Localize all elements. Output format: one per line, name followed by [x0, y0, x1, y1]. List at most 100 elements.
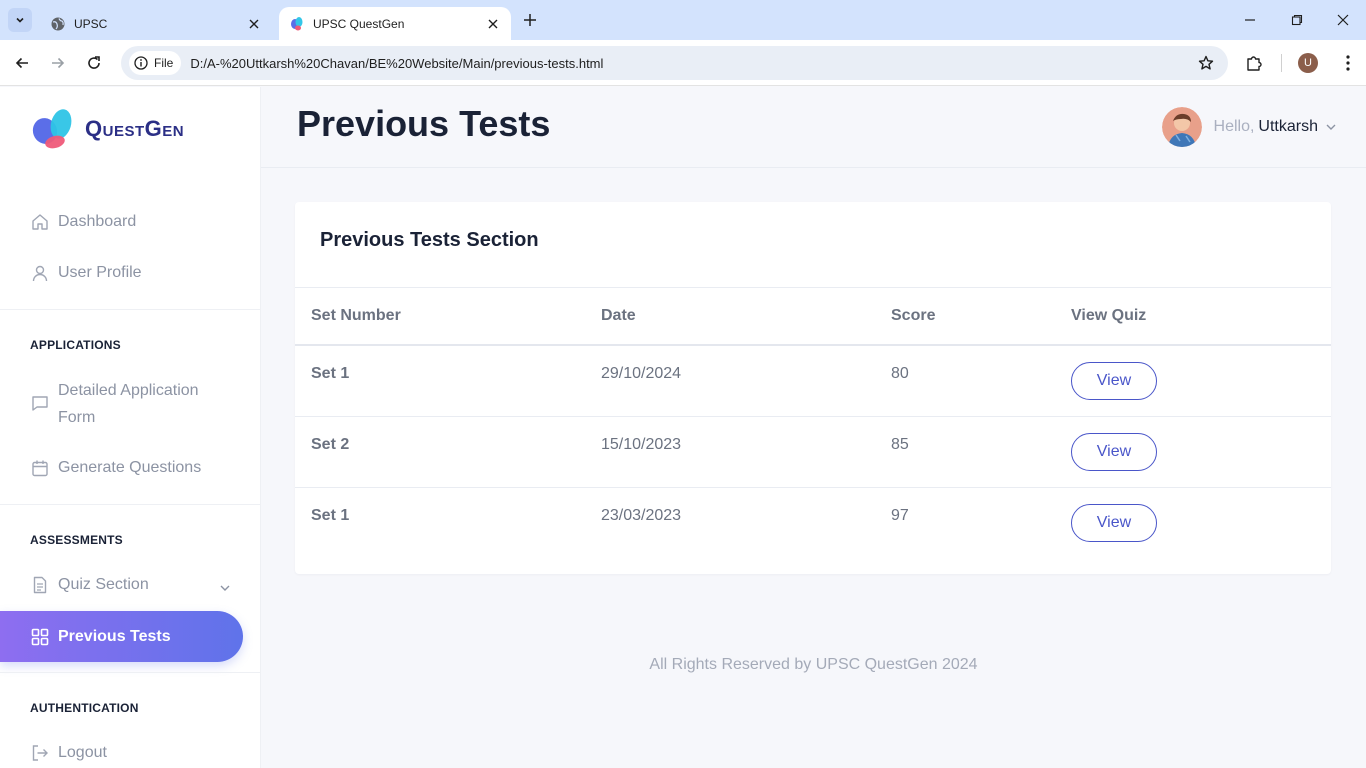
greeting-text: Hello, [1213, 118, 1255, 135]
sidebar-item-detailed-application-form[interactable]: Detailed Application Form [30, 377, 199, 431]
section-title-authentication: AUTHENTICATION [30, 701, 139, 715]
brand-name: QuestGen [85, 116, 185, 141]
cell-set-number: Set 1 [311, 365, 350, 382]
chevron-down-icon [1326, 124, 1336, 130]
section-title-assessments: ASSESSMENTS [30, 533, 123, 547]
sidebar-item-quiz-section[interactable]: Quiz Section [30, 575, 149, 595]
sidebar-item-label-line1: Detailed Application [58, 382, 199, 399]
reload-button[interactable] [80, 49, 108, 77]
sidebar-item-logout[interactable]: Logout [30, 743, 107, 763]
profile-initial: U [1304, 57, 1312, 69]
cell-date: 23/03/2023 [601, 507, 682, 524]
site-chip-label: File [154, 56, 174, 70]
user-icon [30, 263, 50, 283]
card-title: Previous Tests Section [320, 229, 539, 251]
star-icon [1198, 55, 1214, 70]
address-bar[interactable]: File D:/A-%20Uttkarsh%20Chavan/BE%20Webs… [121, 46, 1228, 80]
sidebar-item-generate-questions[interactable]: Generate Questions [30, 458, 201, 478]
document-icon [30, 575, 50, 595]
chevron-down-icon[interactable] [218, 581, 232, 595]
info-icon [133, 55, 149, 71]
questgen-favicon-icon [289, 16, 305, 32]
extensions-button[interactable] [1240, 49, 1268, 77]
bookmark-button[interactable] [1194, 51, 1218, 75]
tab-upsc-questgen[interactable]: UPSC QuestGen [279, 7, 511, 40]
column-header-set-number: Set Number [311, 307, 401, 324]
column-header-view-quiz: View Quiz [1071, 307, 1147, 324]
toolbar-divider [1281, 54, 1282, 72]
avatar[interactable] [1161, 107, 1202, 147]
tab-upsc[interactable]: UPSC [40, 7, 272, 40]
home-icon [30, 212, 50, 232]
username: Uttkarsh [1258, 118, 1318, 135]
cell-score: 85 [891, 436, 909, 453]
sidebar-item-user-profile[interactable]: User Profile [30, 263, 142, 283]
tab-title: UPSC QuestGen [313, 16, 405, 31]
chevron-down-icon [16, 17, 24, 23]
cell-score: 97 [891, 507, 909, 524]
globe-icon [50, 16, 66, 32]
close-icon [1337, 14, 1349, 26]
sidebar-item-label: Quiz Section [58, 576, 149, 593]
arrow-right-icon [52, 57, 65, 69]
minimize-button[interactable] [1236, 6, 1264, 34]
sidebar-item-dashboard[interactable]: Dashboard [30, 212, 136, 232]
previous-tests-card: Previous Tests Section Set Number Date S… [295, 202, 1331, 574]
user-menu[interactable]: Hello, Uttkarsh [1161, 107, 1338, 147]
sidebar-divider [0, 309, 260, 310]
cell-set-number: Set 2 [311, 436, 350, 453]
forward-button[interactable] [44, 49, 72, 77]
new-tab-button[interactable] [518, 8, 542, 32]
tab-search-button[interactable] [8, 8, 32, 32]
sidebar-item-label: Previous Tests [58, 627, 171, 645]
arrow-left-icon [15, 57, 28, 69]
puzzle-icon [1247, 56, 1262, 71]
footer-text: All Rights Reserved by UPSC QuestGen 202… [649, 656, 978, 673]
close-window-button[interactable] [1329, 6, 1357, 34]
back-button[interactable] [8, 49, 36, 77]
plus-icon [524, 14, 536, 26]
sidebar-item-label: Generate Questions [58, 459, 202, 476]
tab-title: UPSC [74, 16, 108, 31]
view-quiz-button[interactable]: View [1071, 433, 1157, 471]
sidebar-item-label: User Profile [58, 264, 142, 281]
close-icon[interactable] [485, 16, 501, 32]
restore-button[interactable] [1283, 6, 1311, 34]
calendar-icon [30, 458, 50, 478]
browser-toolbar: File D:/A-%20Uttkarsh%20Chavan/BE%20Webs… [0, 40, 1366, 86]
chat-icon [30, 393, 50, 413]
view-quiz-button[interactable]: View [1071, 504, 1157, 542]
cell-date: 29/10/2024 [601, 365, 682, 382]
grid-icon [30, 627, 50, 647]
site-info-chip[interactable]: File [129, 51, 182, 75]
page-title: Previous Tests [297, 103, 551, 144]
cell-set-number: Set 1 [311, 507, 350, 524]
sidebar-item-label: Logout [58, 744, 107, 761]
profile-avatar-button[interactable]: U [1298, 53, 1318, 73]
browser-tab-strip: UPSC UPSC QuestGen [0, 0, 1366, 40]
sidebar-item-previous-tests[interactable]: Previous Tests [0, 611, 243, 662]
questgen-logo-icon [32, 109, 72, 149]
section-title-applications: APPLICATIONS [30, 338, 121, 352]
page-header: Previous Tests Hello, Uttkarsh [261, 87, 1366, 168]
view-quiz-button[interactable]: View [1071, 362, 1157, 400]
sidebar-item-label: Dashboard [58, 213, 137, 230]
sidebar-item-label-line2: Form [58, 409, 96, 426]
column-header-date: Date [601, 307, 636, 324]
table-row: Set 1 29/10/2024 80 View [295, 346, 1331, 417]
cell-score: 80 [891, 365, 909, 382]
logout-icon [30, 743, 50, 763]
reload-icon [88, 56, 100, 69]
table-row: Set 1 23/03/2023 97 View [295, 488, 1331, 559]
card-divider [295, 287, 1331, 288]
sidebar-divider [0, 672, 260, 673]
url-text[interactable]: D:/A-%20Uttkarsh%20Chavan/BE%20Website/M… [190, 56, 603, 71]
sidebar-divider [0, 504, 260, 505]
close-icon[interactable] [246, 16, 262, 32]
minimize-icon [1245, 19, 1255, 21]
brand-logo[interactable]: QuestGen [30, 107, 184, 151]
more-vertical-icon [1346, 55, 1350, 71]
table-row: Set 2 15/10/2023 85 View [295, 417, 1331, 488]
cell-date: 15/10/2023 [601, 436, 682, 453]
browser-menu-button[interactable] [1334, 49, 1362, 77]
